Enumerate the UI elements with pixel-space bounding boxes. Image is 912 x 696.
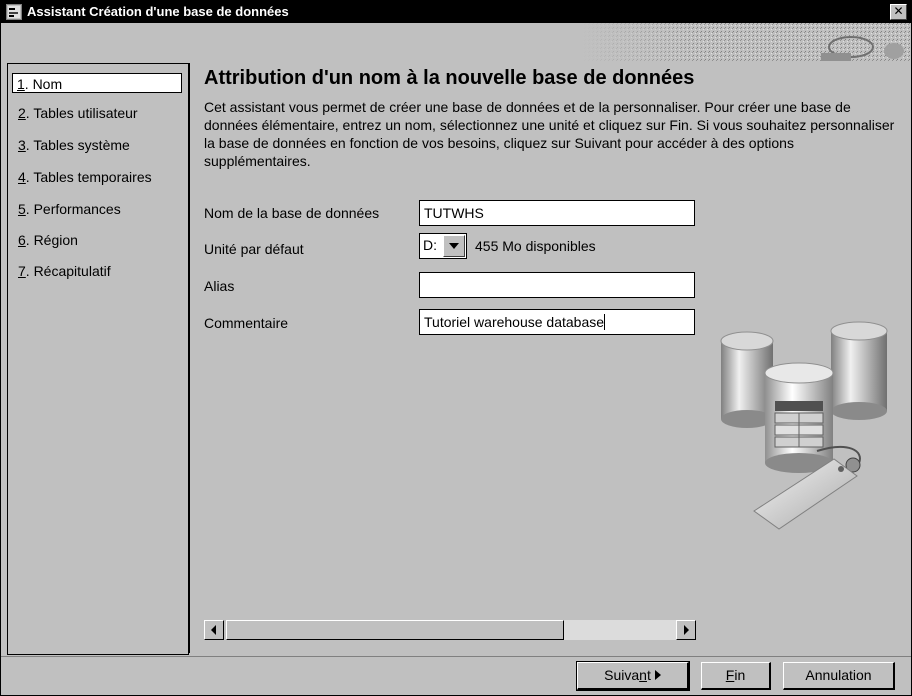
drive-label: Unité par défaut bbox=[204, 241, 304, 257]
step-label: . Tables système bbox=[25, 137, 130, 153]
wizard-window: Assistant Création d'une base de données… bbox=[0, 0, 912, 696]
alias-input[interactable] bbox=[419, 272, 695, 298]
arrow-right-icon bbox=[654, 670, 661, 680]
title-bar: Assistant Création d'une base de données… bbox=[1, 1, 911, 23]
nav-divider bbox=[189, 63, 190, 653]
nav-step-tables-temporaires[interactable]: 4. Tables temporaires bbox=[18, 167, 152, 187]
wizard-steps-nav: 1. Nom 2. Tables utilisateur 3. Tables s… bbox=[7, 63, 189, 655]
alias-label: Alias bbox=[204, 278, 235, 294]
step-number: 3 bbox=[18, 137, 26, 153]
db-name-input[interactable]: TUTWHS bbox=[419, 200, 695, 226]
page-title: Attribution d'un nom à la nouvelle base … bbox=[204, 67, 695, 89]
cancel-button-label: Annulation bbox=[805, 667, 872, 683]
nav-step-nom[interactable]: 1. Nom bbox=[12, 73, 182, 93]
step-label: . Région bbox=[25, 232, 78, 248]
step-label: . Tables utilisateur bbox=[25, 105, 138, 121]
scroll-left-icon[interactable] bbox=[204, 620, 224, 640]
text-caret bbox=[604, 314, 606, 330]
database-illustration bbox=[699, 301, 909, 541]
wizard-banner bbox=[1, 23, 911, 61]
next-button-label-end: t bbox=[646, 667, 651, 683]
nav-step-recapitulatif[interactable]: 7. Récapitulatif bbox=[18, 261, 111, 281]
horizontal-scrollbar[interactable] bbox=[204, 620, 698, 640]
scrollbar-thumb[interactable] bbox=[226, 620, 564, 640]
drive-value: D: bbox=[423, 237, 437, 253]
step-number: 6 bbox=[18, 232, 26, 248]
db-wizard-icon[interactable] bbox=[6, 4, 22, 20]
chevron-down-icon[interactable] bbox=[443, 235, 465, 257]
button-bar-divider bbox=[1, 656, 911, 657]
step-number: 2 bbox=[18, 105, 26, 121]
step-number: 5 bbox=[18, 201, 26, 217]
close-icon[interactable]: ✕ bbox=[890, 4, 907, 20]
nav-step-region[interactable]: 6. Région bbox=[18, 230, 78, 250]
cancel-button[interactable]: Annulation bbox=[783, 662, 895, 690]
nav-step-performances[interactable]: 5. Performances bbox=[18, 199, 121, 219]
db-name-value: TUTWHS bbox=[424, 205, 484, 221]
drive-select[interactable]: D: bbox=[419, 233, 467, 259]
step-label: . Tables temporaires bbox=[25, 169, 152, 185]
step-label: . Performances bbox=[25, 201, 121, 217]
comment-value: Tutoriel warehouse database bbox=[424, 314, 605, 330]
next-button-mnemonic: n bbox=[639, 667, 647, 683]
step-number: 1 bbox=[17, 76, 25, 92]
step-number: 7 bbox=[18, 263, 26, 279]
step-label: . Récapitulatif bbox=[25, 263, 111, 279]
scrollbar-track[interactable] bbox=[564, 620, 676, 640]
window-title: Assistant Création d'une base de données bbox=[27, 4, 289, 19]
next-button[interactable]: Suivant bbox=[576, 661, 690, 691]
comment-input[interactable]: Tutoriel warehouse database bbox=[419, 309, 695, 335]
page-description: Cet assistant vous permet de créer une b… bbox=[204, 99, 895, 169]
finish-button-label: in bbox=[734, 667, 746, 683]
comment-label: Commentaire bbox=[204, 315, 289, 331]
nav-step-tables-systeme[interactable]: 3. Tables système bbox=[18, 135, 130, 155]
drive-available-space: 455 Mo disponibles bbox=[475, 238, 596, 254]
next-button-label: Suiva bbox=[604, 667, 640, 683]
scroll-right-icon[interactable] bbox=[676, 620, 696, 640]
step-label: . Nom bbox=[24, 76, 63, 92]
db-name-label: Nom de la base de données bbox=[204, 205, 380, 221]
finish-button[interactable]: Fin bbox=[701, 662, 771, 690]
nav-step-tables-utilisateur[interactable]: 2. Tables utilisateur bbox=[18, 103, 138, 123]
step-number: 4 bbox=[18, 169, 26, 185]
